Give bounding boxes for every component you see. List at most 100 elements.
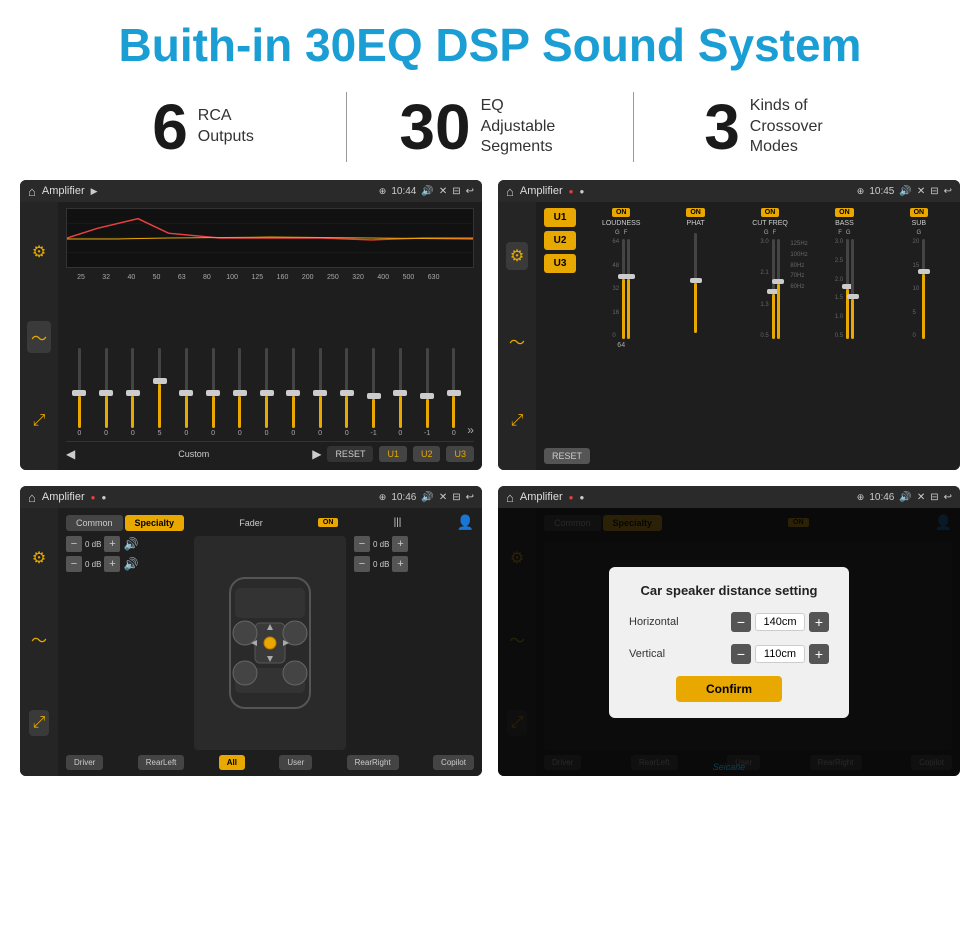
eq-slider-2[interactable]: 0: [120, 348, 147, 437]
window-icon-2[interactable]: ⊟: [930, 186, 938, 197]
eq-slider-13[interactable]: -1: [414, 348, 441, 437]
stat-number-eq: 30: [399, 95, 470, 159]
dot-4b: ●: [580, 493, 585, 502]
home-icon-4[interactable]: ⌂: [506, 490, 514, 505]
u3-select-btn[interactable]: U3: [544, 254, 576, 273]
u1-btn[interactable]: U1: [379, 446, 407, 462]
expand-right-icon[interactable]: »: [467, 423, 474, 437]
eq-slider-6[interactable]: 0: [227, 348, 254, 437]
home-icon-1[interactable]: ⌂: [28, 184, 36, 199]
plus-rl[interactable]: +: [104, 556, 120, 572]
back-icon-1[interactable]: ↩: [466, 186, 474, 197]
stat-number-rca: 6: [152, 95, 188, 159]
u3-btn[interactable]: U3: [446, 446, 474, 462]
minus-fl[interactable]: −: [66, 536, 82, 552]
on-toggle-3[interactable]: ON: [318, 518, 339, 527]
expand-icon-1[interactable]: ⤢: [33, 412, 46, 430]
rearleft-btn[interactable]: RearLeft: [138, 755, 185, 770]
gps-icon-1: ⊕: [379, 186, 387, 197]
x-icon-4[interactable]: ✕: [917, 492, 925, 503]
plus-rr[interactable]: +: [392, 556, 408, 572]
wave-icon-3[interactable]: 〜: [31, 627, 47, 651]
home-icon-2[interactable]: ⌂: [506, 184, 514, 199]
eq-slider-3[interactable]: 5: [146, 348, 173, 437]
driver-btn[interactable]: Driver: [66, 755, 103, 770]
eq-slider-14[interactable]: 0: [441, 348, 468, 437]
gps-icon-3: ⊕: [379, 492, 387, 503]
expand-icon-2[interactable]: ⤢: [511, 412, 524, 430]
u2-select-btn[interactable]: U2: [544, 231, 576, 250]
speaker-icon-fl: 🔊: [123, 537, 138, 551]
tab-specialty-3[interactable]: Specialty: [125, 515, 185, 531]
next-btn[interactable]: ▶: [312, 447, 321, 461]
time-2: 10:45: [869, 186, 894, 197]
channel-sub: ON SUB G 20151050: [886, 208, 952, 349]
freq-125: 125: [246, 274, 268, 281]
back-icon-4[interactable]: ↩: [944, 492, 952, 503]
tab-common-3[interactable]: Common: [66, 515, 123, 531]
channel-loudness: ON LOUDNESS GF 644832160: [588, 208, 654, 349]
vertical-minus-btn[interactable]: −: [731, 644, 751, 664]
profile-icon-3[interactable]: 👤: [457, 514, 474, 531]
reset-btn-1[interactable]: RESET: [327, 446, 373, 462]
freq-630: 630: [423, 274, 445, 281]
db-control-fr: − 0 dB +: [354, 536, 474, 552]
status-bar-1: ⌂ Amplifier ▶ ⊕ 10:44 🔊 ✕ ⊟ ↩: [20, 180, 482, 202]
stat-text-eq: EQ AdjustableSegments: [481, 96, 581, 158]
speaker-main: Common Specialty Fader ON ||| 👤 − 0 dB +: [58, 508, 482, 776]
amp-row: U1 U2 U3 ON LOUDNESS GF 644832160: [544, 208, 952, 440]
wave-icon-1[interactable]: 〜: [27, 321, 51, 353]
app-title-2: Amplifier: [520, 185, 563, 197]
back-icon-3[interactable]: ↩: [466, 492, 474, 503]
horizontal-plus-btn[interactable]: +: [809, 612, 829, 632]
eq-slider-4[interactable]: 0: [173, 348, 200, 437]
confirm-button[interactable]: Confirm: [676, 676, 782, 702]
car-diagram: [194, 536, 346, 750]
window-icon-4[interactable]: ⊟: [930, 492, 938, 503]
eq-slider-8[interactable]: 0: [280, 348, 307, 437]
x-icon-3[interactable]: ✕: [439, 492, 447, 503]
prev-btn[interactable]: ◀: [66, 447, 75, 461]
eq-slider-9[interactable]: 0: [307, 348, 334, 437]
all-btn[interactable]: All: [219, 755, 245, 770]
eq-slider-0[interactable]: 0: [66, 348, 93, 437]
x-icon-1[interactable]: ✕: [439, 186, 447, 197]
back-icon-2[interactable]: ↩: [944, 186, 952, 197]
x-icon-2[interactable]: ✕: [917, 186, 925, 197]
minus-rl[interactable]: −: [66, 556, 82, 572]
amp-channels: ON LOUDNESS GF 644832160: [588, 208, 952, 349]
plus-fl[interactable]: +: [104, 536, 120, 552]
rearright-btn[interactable]: RearRight: [347, 755, 399, 770]
home-icon-3[interactable]: ⌂: [28, 490, 36, 505]
on-badge-phat: ON: [686, 208, 705, 217]
eq-slider-7[interactable]: 0: [253, 348, 280, 437]
wave-icon-2[interactable]: 〜: [509, 329, 525, 353]
expand-icon-3[interactable]: ⤢: [29, 710, 50, 736]
eq-slider-5[interactable]: 0: [200, 348, 227, 437]
eq-icon-3[interactable]: ⚙: [32, 548, 46, 568]
eq-slider-1[interactable]: 0: [93, 348, 120, 437]
window-icon-3[interactable]: ⊟: [452, 492, 460, 503]
horizontal-minus-btn[interactable]: −: [731, 612, 751, 632]
app-title-1: Amplifier: [42, 185, 85, 197]
eq-slider-11[interactable]: -1: [360, 348, 387, 437]
minus-fr[interactable]: −: [354, 536, 370, 552]
freq-100: 100: [221, 274, 243, 281]
user-btn[interactable]: User: [279, 755, 312, 770]
u2-btn[interactable]: U2: [413, 446, 441, 462]
minus-rr[interactable]: −: [354, 556, 370, 572]
eq-icon-2[interactable]: ⚙: [506, 242, 528, 270]
page-title: Buith-in 30EQ DSP Sound System: [0, 18, 980, 72]
dialog-title: Car speaker distance setting: [629, 583, 829, 598]
reset-btn-2[interactable]: RESET: [544, 448, 590, 464]
plus-fr[interactable]: +: [392, 536, 408, 552]
copilot-btn[interactable]: Copilot: [433, 755, 474, 770]
eq-icon-1[interactable]: ⚙: [32, 242, 46, 262]
eq-slider-12[interactable]: 0: [387, 348, 414, 437]
window-icon-1[interactable]: ⊟: [452, 186, 460, 197]
vertical-plus-btn[interactable]: +: [809, 644, 829, 664]
u1-select-btn[interactable]: U1: [544, 208, 576, 227]
time-1: 10:44: [391, 186, 416, 197]
stats-row: 6 RCAOutputs 30 EQ AdjustableSegments 3 …: [0, 82, 980, 180]
eq-slider-10[interactable]: 0: [334, 348, 361, 437]
